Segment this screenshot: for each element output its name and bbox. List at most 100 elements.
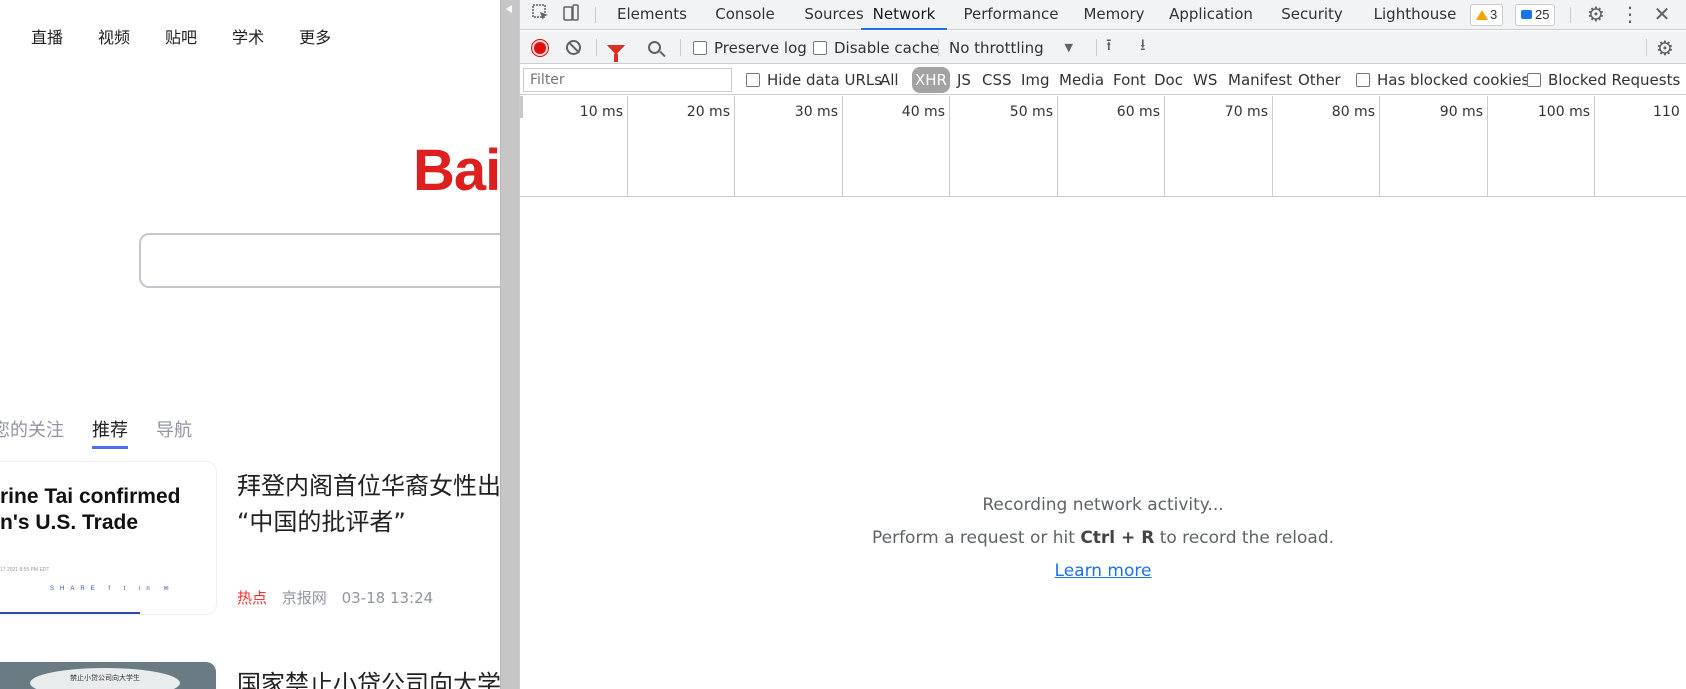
- tab-lighthouse[interactable]: Lighthouse: [1358, 0, 1472, 30]
- devtools-tabbar: Elements Console Sources Network Perform…: [520, 0, 1686, 30]
- filter-type-ws[interactable]: WS: [1193, 67, 1217, 93]
- filter-type-media[interactable]: Media: [1059, 67, 1104, 93]
- device-toolbar-icon[interactable]: [560, 4, 582, 26]
- checkbox[interactable]: [1356, 73, 1370, 87]
- tab-security[interactable]: Security: [1270, 0, 1354, 30]
- timeline-tick: 60 ms: [1058, 96, 1165, 196]
- timeline-tick: 40 ms: [843, 96, 950, 196]
- blocked-requests-checkbox[interactable]: Blocked Requests: [1527, 65, 1680, 95]
- baidu-logo: Bai: [413, 138, 500, 203]
- thumbnail-underline: [0, 612, 140, 614]
- news-title-2[interactable]: 国家禁止小贷公司向大学: [237, 664, 500, 689]
- news-thumbnail-2[interactable]: 禁止小贷公司向大学生: [0, 662, 216, 689]
- warning-icon: [1476, 10, 1488, 20]
- filter-toggle-button[interactable]: [607, 33, 625, 66]
- news-thumbnail[interactable]: rine Tai confirmed n's U.S. Trade 17 202…: [0, 462, 216, 614]
- nav-link-live[interactable]: 直播: [31, 24, 63, 48]
- filter-bar: Hide data URLs All XHR JS CSS Img Media …: [520, 65, 1686, 95]
- network-toolbar: Preserve log Disable cache No throttling…: [520, 31, 1686, 64]
- download-arrow-icon: ⭳: [1140, 35, 1146, 54]
- throttling-select[interactable]: No throttling ▼: [949, 31, 1073, 64]
- timeline-overview[interactable]: 10 ms 20 ms 30 ms 40 ms 50 ms 60 ms 70 m…: [520, 96, 1686, 197]
- message-icon: [1521, 10, 1532, 19]
- divider: [938, 39, 939, 56]
- filter-type-css[interactable]: CSS: [982, 67, 1012, 93]
- checkbox[interactable]: [813, 40, 827, 55]
- inspect-element-icon[interactable]: [530, 4, 552, 26]
- more-options-icon[interactable]: ⋮: [1619, 4, 1641, 26]
- nav-link-tieba[interactable]: 贴吧: [165, 24, 197, 48]
- messages-badge[interactable]: 25: [1515, 4, 1556, 26]
- filter-type-xhr[interactable]: XHR: [912, 67, 950, 93]
- settings-gear-icon[interactable]: ⚙: [1585, 4, 1607, 26]
- recording-message: Recording network activity...: [982, 495, 1224, 515]
- warnings-badge[interactable]: 3: [1470, 4, 1504, 26]
- filter-type-js[interactable]: JS: [957, 67, 971, 93]
- timeline-tick: 10 ms: [520, 96, 628, 196]
- search-icon: [648, 41, 661, 54]
- checkbox[interactable]: [693, 40, 707, 55]
- tab-performance[interactable]: Performance: [956, 0, 1066, 30]
- divider: [1646, 39, 1647, 56]
- divider: [1096, 39, 1097, 56]
- nav-link-video[interactable]: 视频: [98, 24, 130, 48]
- close-icon[interactable]: ✕: [1651, 4, 1673, 26]
- has-blocked-cookies-checkbox[interactable]: Has blocked cookies: [1356, 65, 1529, 95]
- news-meta: 热点 京报网 03-18 13:24: [237, 587, 443, 608]
- clear-icon: [566, 40, 581, 55]
- reload-hint: Perform a request or hit Ctrl + R to rec…: [871, 528, 1335, 548]
- tab-navigation[interactable]: 导航: [156, 416, 192, 449]
- clear-button[interactable]: [566, 31, 581, 64]
- filter-type-other[interactable]: Other: [1298, 67, 1341, 93]
- timeline-tick: 90 ms: [1380, 96, 1488, 196]
- thumbnail-headline: rine Tai confirmed n's U.S. Trade: [0, 485, 181, 534]
- timeline-tick: 110: [1653, 104, 1680, 120]
- divider: [595, 7, 596, 23]
- divider: [680, 39, 681, 56]
- news-time: 03-18 13:24: [341, 589, 434, 607]
- nav-link-scholar[interactable]: 学术: [232, 24, 264, 48]
- divider: [596, 39, 597, 56]
- tab-memory[interactable]: Memory: [1073, 0, 1155, 30]
- search-input[interactable]: [139, 233, 500, 288]
- hot-tag: 热点: [237, 589, 268, 607]
- filter-type-all[interactable]: All: [880, 67, 899, 93]
- tab-following[interactable]: 您的关注: [0, 416, 64, 449]
- timeline-tick: 30 ms: [735, 96, 843, 196]
- export-har-button[interactable]: ⭳: [1140, 31, 1146, 64]
- tab-recommended[interactable]: 推荐: [92, 416, 128, 449]
- record-button[interactable]: [532, 31, 548, 64]
- checkbox[interactable]: [1527, 73, 1541, 87]
- filter-type-doc[interactable]: Doc: [1154, 67, 1183, 93]
- news-title[interactable]: 拜登内阁首位华裔女性出 “中国的批评者”: [237, 468, 500, 540]
- settings-gear-icon: ⚙: [1656, 35, 1674, 60]
- filter-type-manifest[interactable]: Manifest: [1228, 67, 1292, 93]
- disable-cache-checkbox[interactable]: Disable cache: [813, 31, 939, 64]
- preserve-log-checkbox[interactable]: Preserve log: [693, 31, 807, 64]
- top-nav: 直播 视频 贴吧 学术 更多: [31, 24, 366, 48]
- dropdown-arrow-icon: ▼: [1064, 41, 1073, 54]
- feed-tabs: 您的关注 推荐 导航: [0, 416, 220, 449]
- news-source: 京报网: [281, 589, 327, 607]
- import-har-button[interactable]: ⭱: [1106, 31, 1112, 64]
- tab-network[interactable]: Network: [861, 0, 947, 30]
- timeline-tick: 80 ms: [1273, 96, 1380, 196]
- hide-data-urls-checkbox[interactable]: Hide data URLs: [746, 65, 882, 95]
- learn-more-link[interactable]: Learn more: [1055, 561, 1152, 581]
- tab-console[interactable]: Console: [707, 0, 783, 30]
- checkbox[interactable]: [746, 73, 760, 87]
- filter-type-font[interactable]: Font: [1113, 67, 1146, 93]
- filter-funnel-icon: [607, 44, 625, 62]
- tab-elements[interactable]: Elements: [612, 0, 692, 30]
- nav-link-more[interactable]: 更多: [299, 24, 331, 48]
- divider: [1570, 7, 1571, 23]
- thumbnail-text: 禁止小贷公司向大学生: [30, 668, 180, 689]
- tab-application[interactable]: Application: [1157, 0, 1265, 30]
- devtools-resize-divider[interactable]: [500, 0, 519, 689]
- search-button[interactable]: [648, 31, 661, 64]
- timeline-tick: 50 ms: [950, 96, 1058, 196]
- network-empty-state: Recording network activity... Perform a …: [520, 495, 1686, 594]
- filter-type-img[interactable]: Img: [1021, 67, 1050, 93]
- filter-input[interactable]: [523, 68, 732, 92]
- network-settings-button[interactable]: ⚙: [1656, 31, 1674, 64]
